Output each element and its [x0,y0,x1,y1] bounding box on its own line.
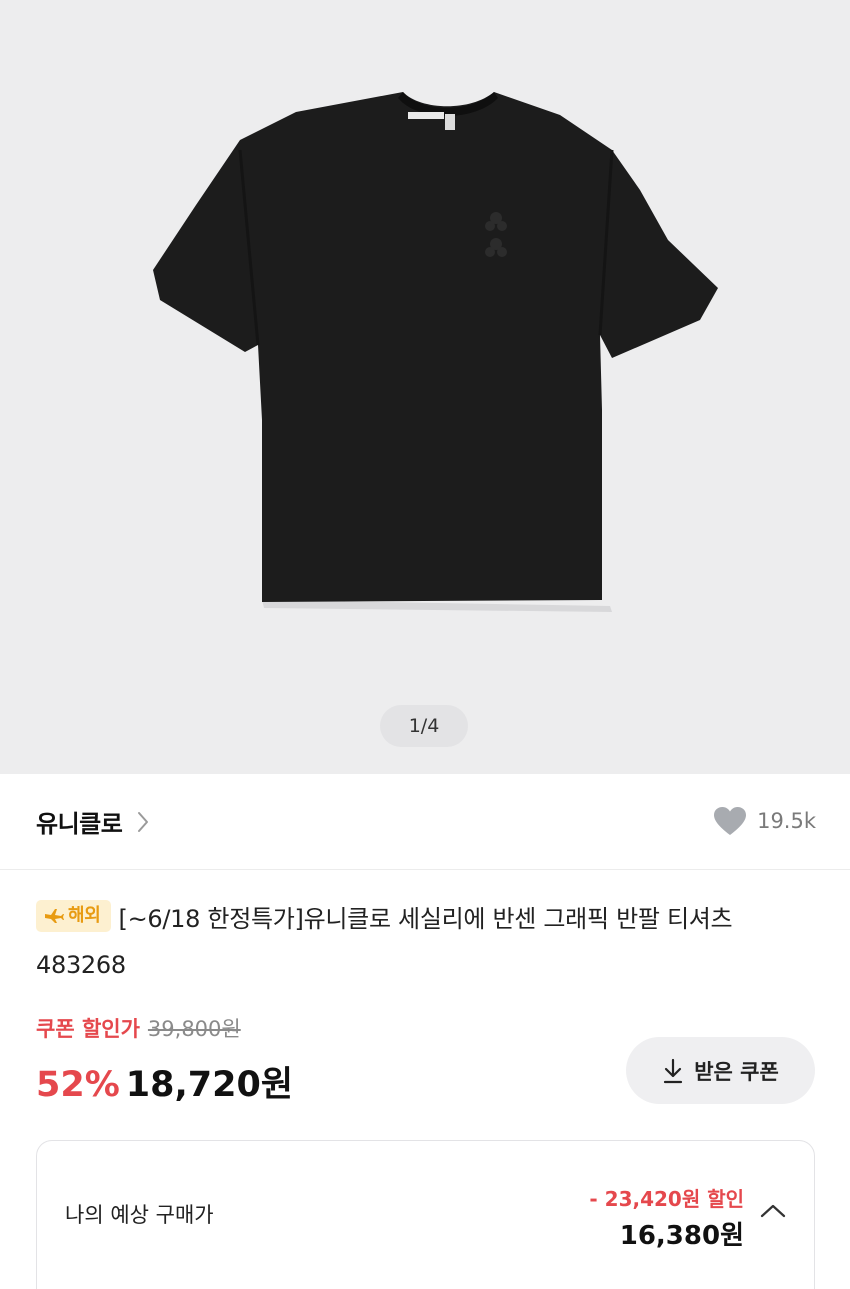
price-label-row: 쿠폰 할인가 39,800원 [36,1013,241,1043]
brand-name: 유니클로 [36,810,123,838]
coupon-price-label: 쿠폰 할인가 [36,1017,140,1041]
badge-label: 해외 [68,905,101,926]
estimated-price-card[interactable]: 나의 예상 구매가 - 23,420원 할인 16,380원 [36,1140,815,1289]
original-price: 39,800원 [147,1017,241,1041]
product-title: [~6/18 한정특가]유니클로 세실리에 반센 그래픽 반팔 티셔츠 4832… [36,905,733,979]
brand-link[interactable]: 유니클로 [36,804,150,839]
heart-icon [714,807,747,835]
chevron-up-icon[interactable] [760,1203,786,1219]
image-page-indicator: 1/4 [380,705,468,747]
download-icon [664,1058,683,1083]
received-coupon-button[interactable]: 받은 쿠폰 [626,1037,815,1104]
like-button[interactable]: 19.5k [713,806,816,836]
coupon-button-label: 받은 쿠폰 [694,1059,779,1084]
product-image [153,92,718,612]
price-row: 52% 18,720원 [36,1056,293,1107]
product-image-gallery[interactable]: 1/4 [0,0,850,774]
estimated-price: 16,380원 [619,1221,744,1251]
discount-rate: 52% [36,1065,120,1105]
brand-row: 유니클로 19.5k [0,774,850,870]
estimated-price-label: 나의 예상 구매가 [65,1203,214,1227]
estimated-discount: - 23,420원 할인 [589,1187,744,1211]
final-price: 18,720원 [125,1065,294,1105]
like-count: 19.5k [757,809,816,833]
airplane-icon [45,909,64,923]
overseas-badge: 해외 [36,900,111,932]
product-title-block: 해외 [~6/18 한정특가]유니클로 세실리에 반센 그래픽 반팔 티셔츠 4… [36,896,816,988]
chevron-right-icon [138,811,149,832]
